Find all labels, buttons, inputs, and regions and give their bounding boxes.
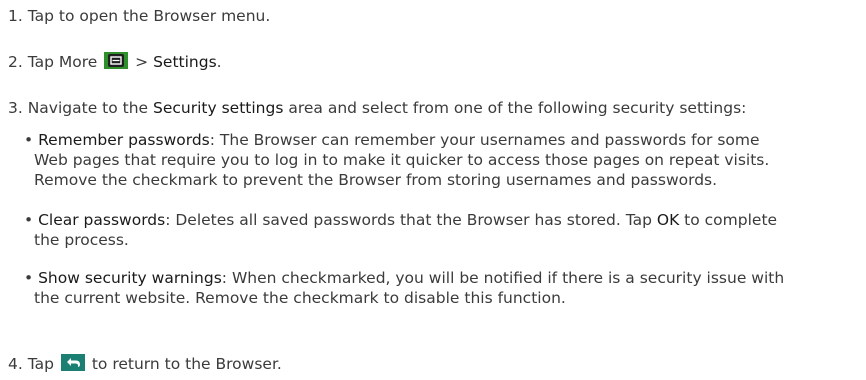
- step-2-end: .: [216, 53, 222, 71]
- settings-label: Settings: [153, 53, 217, 71]
- back-arrow-icon: [60, 354, 85, 371]
- bullet-show-security-warnings: • Show security warnings: When checkmark…: [24, 268, 860, 308]
- step-2-separator: >: [130, 53, 154, 71]
- step-4: 4. Tap to return to the Browser.: [8, 354, 282, 374]
- ok-label: OK: [656, 211, 680, 229]
- clear-passwords-line-2: the process.: [34, 231, 129, 249]
- bullet-clear-passwords: • Clear passwords: Deletes all saved pas…: [24, 210, 860, 250]
- bullet-marker: •: [24, 211, 39, 229]
- step-4-prefix: 4. Tap: [8, 355, 54, 373]
- remember-passwords-line-2: Web pages that require you to log in to …: [34, 151, 770, 169]
- remember-passwords-title: Remember passwords: [38, 131, 210, 149]
- step-3-prefix: 3. Navigate to the: [8, 99, 154, 117]
- step-3-suffix: area and select from one of the followin…: [283, 99, 747, 117]
- show-security-warnings-line-1: : When checkmarked, you will be notified…: [221, 269, 785, 287]
- step-3: 3. Navigate to the Security settings are…: [8, 98, 746, 118]
- clear-passwords-title: Clear passwords: [38, 211, 166, 229]
- show-security-warnings-line-2: the current website. Remove the checkmar…: [34, 289, 566, 307]
- remember-passwords-line-1: : The Browser can remember your username…: [209, 131, 760, 149]
- step-2-text: 2. Tap More: [8, 53, 98, 71]
- security-settings-label: Security settings: [153, 99, 284, 117]
- clear-passwords-line-1a: : Deletes all saved passwords that the B…: [165, 211, 657, 229]
- bullet-remember-passwords: • Remember passwords: The Browser can re…: [24, 130, 860, 190]
- bullet-marker: •: [24, 131, 39, 149]
- step-1-text: 1. Tap to open the Browser menu.: [8, 7, 271, 25]
- step-4-suffix: to return to the Browser.: [91, 355, 282, 373]
- remember-passwords-line-3: Remove the checkmark to prevent the Brow…: [34, 171, 718, 189]
- show-security-warnings-title: Show security warnings: [38, 269, 222, 287]
- menu-icon: [104, 52, 129, 69]
- bullet-marker: •: [24, 269, 39, 287]
- clear-passwords-line-1b: to complete: [679, 211, 778, 229]
- step-1: 1. Tap to open the Browser menu.: [8, 6, 270, 26]
- step-2: 2. Tap More > Settings.: [8, 52, 222, 72]
- instructions-document: 1. Tap to open the Browser menu. 2. Tap …: [0, 0, 866, 380]
